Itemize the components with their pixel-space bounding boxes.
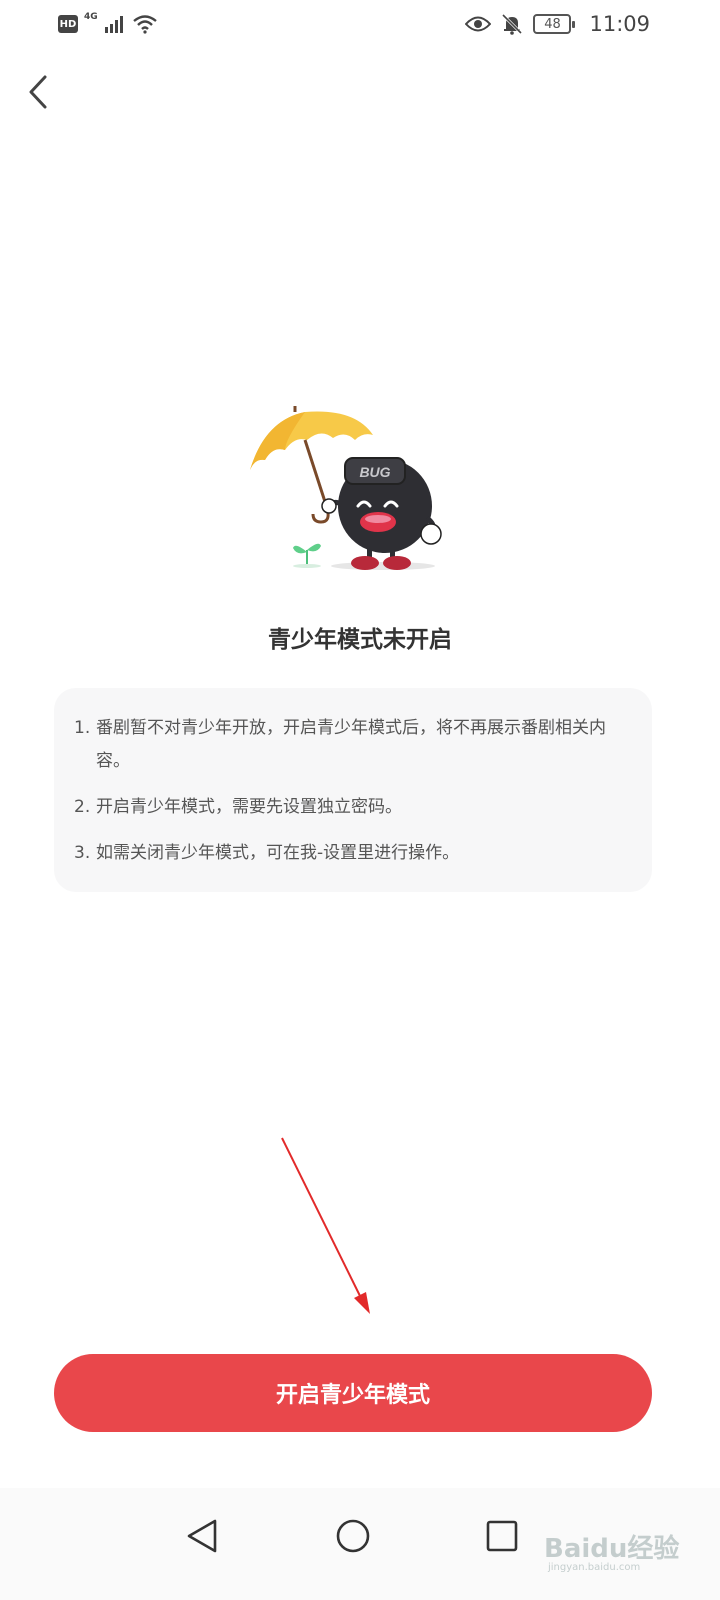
- page-title: 青少年模式未开启: [268, 627, 452, 653]
- info-item: 2. 开启青少年模式，需要先设置独立密码。: [74, 791, 630, 824]
- battery-icon: 48: [533, 14, 576, 34]
- hd-icon: HD: [58, 15, 78, 33]
- battery-level: 48: [544, 16, 561, 32]
- clock: 11:09: [589, 12, 650, 36]
- nav-recents-button[interactable]: [474, 1508, 530, 1564]
- chevron-left-icon: [29, 75, 47, 109]
- watermark: Baidu经验 jingyan.baidu.com: [544, 1520, 694, 1580]
- info-item-number: 1.: [74, 718, 91, 738]
- mascot-badge-text: BUG: [359, 464, 390, 480]
- enable-teen-mode-button[interactable]: 开启青少年模式: [54, 1354, 652, 1432]
- watermark-main: Baidu经验: [544, 1534, 680, 1564]
- status-bar: HD 4G 48 11:09: [0, 0, 720, 56]
- recents-square-icon: [486, 1520, 518, 1552]
- bell-muted-icon: [502, 13, 523, 35]
- nav-back-button[interactable]: [174, 1508, 230, 1564]
- info-item-text: 番剧暂不对青少年开放，开启青少年模式后，将不再展示番剧相关内容。: [96, 718, 606, 771]
- info-item: 3. 如需关闭青少年模式，可在我-设置里进行操作。: [74, 837, 630, 870]
- back-triangle-icon: [187, 1519, 217, 1553]
- info-item: 1. 番剧暂不对青少年开放，开启青少年模式后，将不再展示番剧相关内容。: [74, 712, 630, 778]
- system-nav-bar: Baidu经验 jingyan.baidu.com: [0, 1488, 720, 1600]
- info-item-number: 2.: [74, 797, 91, 817]
- status-right: 48 11:09: [465, 12, 650, 36]
- eye-icon: [465, 16, 492, 32]
- wifi-icon: [132, 15, 157, 34]
- watermark-sub: jingyan.baidu.com: [548, 1562, 641, 1573]
- nav-home-button[interactable]: [325, 1508, 381, 1564]
- bug-mascot-icon: BUG: [321, 457, 442, 570]
- info-item-number: 3.: [74, 843, 91, 863]
- info-item-text: 开启青少年模式，需要先设置独立密码。: [96, 797, 402, 817]
- info-card: 1. 番剧暂不对青少年开放，开启青少年模式后，将不再展示番剧相关内容。 2. 开…: [54, 688, 652, 892]
- mascot-illustration: BUG: [250, 406, 442, 570]
- network-type-label: 4G: [84, 12, 98, 22]
- info-item-text: 如需关闭青少年模式，可在我-设置里进行操作。: [96, 843, 460, 863]
- home-circle-icon: [336, 1519, 370, 1553]
- back-button[interactable]: [18, 70, 58, 114]
- sprout-icon: [293, 543, 321, 568]
- status-left: HD 4G: [58, 12, 158, 34]
- signal-icon: [104, 16, 123, 33]
